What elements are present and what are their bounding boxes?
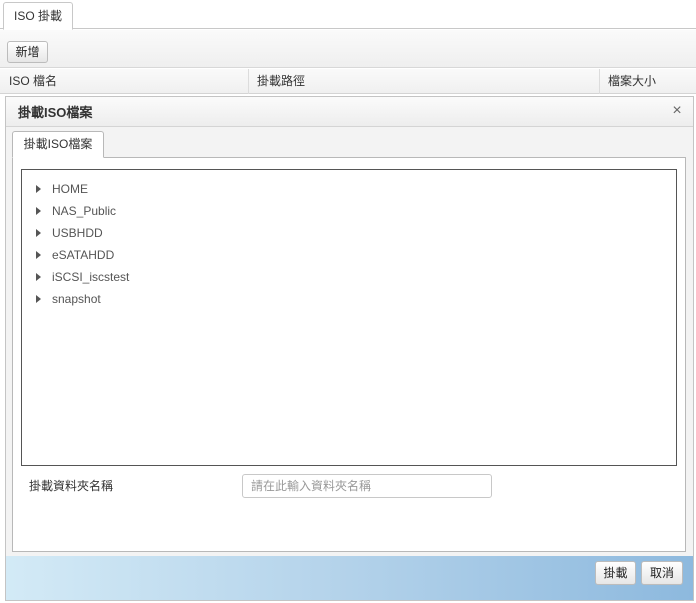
tree-item-home[interactable]: HOME: [22, 178, 222, 200]
expand-arrow-icon[interactable]: [36, 295, 41, 303]
folder-name-label: 掛載資料夾名稱: [29, 479, 114, 493]
table-header: ISO 檔名 掛載路徑 檔案大小: [0, 69, 696, 94]
tab-mount-iso[interactable]: 掛載ISO檔案: [12, 131, 104, 158]
toolbar: 新增: [0, 30, 696, 68]
mount-iso-dialog: 掛載ISO檔案 × 掛載ISO檔案 HOME NAS_Public USBHDD…: [5, 96, 694, 601]
column-header-mount-path[interactable]: 掛載路徑: [249, 69, 600, 94]
mount-button[interactable]: 掛載: [595, 561, 636, 585]
tree-item-iscsi-iscstest[interactable]: iSCSI_iscstest: [22, 266, 222, 288]
tree-item-esatahdd[interactable]: eSATAHDD: [22, 244, 222, 266]
top-tab-bar: ISO 掛載: [0, 0, 696, 30]
dialog-title: 掛載ISO檔案: [18, 105, 93, 120]
dialog-body: HOME NAS_Public USBHDD eSATAHDD iSCSI_is…: [12, 157, 686, 552]
expand-arrow-icon[interactable]: [36, 251, 41, 259]
expand-arrow-icon[interactable]: [36, 229, 41, 237]
tree-item-label: NAS_Public: [52, 204, 117, 218]
cancel-button[interactable]: 取消: [641, 561, 683, 585]
close-icon[interactable]: ×: [669, 103, 685, 119]
tree-item-label: HOME: [52, 182, 88, 196]
dialog-footer: 掛載 取消: [6, 556, 693, 600]
tree-item-label: snapshot: [52, 292, 101, 306]
tree-item-label: eSATAHDD: [52, 248, 115, 262]
dialog-header: 掛載ISO檔案 ×: [6, 97, 693, 127]
tree-item-label: USBHDD: [52, 226, 103, 240]
tab-iso-mount[interactable]: ISO 掛載: [3, 2, 73, 30]
tree-item-label: iSCSI_iscstest: [52, 270, 130, 284]
folder-name-input[interactable]: [242, 474, 492, 498]
tree-item-snapshot[interactable]: snapshot: [22, 288, 222, 310]
tree-item-nas-public[interactable]: NAS_Public: [22, 200, 222, 222]
column-header-file-size[interactable]: 檔案大小: [600, 69, 696, 94]
expand-arrow-icon[interactable]: [36, 207, 41, 215]
tree-item-usbhdd[interactable]: USBHDD: [22, 222, 222, 244]
expand-arrow-icon[interactable]: [36, 185, 41, 193]
add-button[interactable]: 新增: [7, 41, 48, 63]
column-header-iso-name[interactable]: ISO 檔名: [0, 69, 249, 94]
expand-arrow-icon[interactable]: [36, 273, 41, 281]
folder-tree: HOME NAS_Public USBHDD eSATAHDD iSCSI_is…: [21, 169, 677, 466]
